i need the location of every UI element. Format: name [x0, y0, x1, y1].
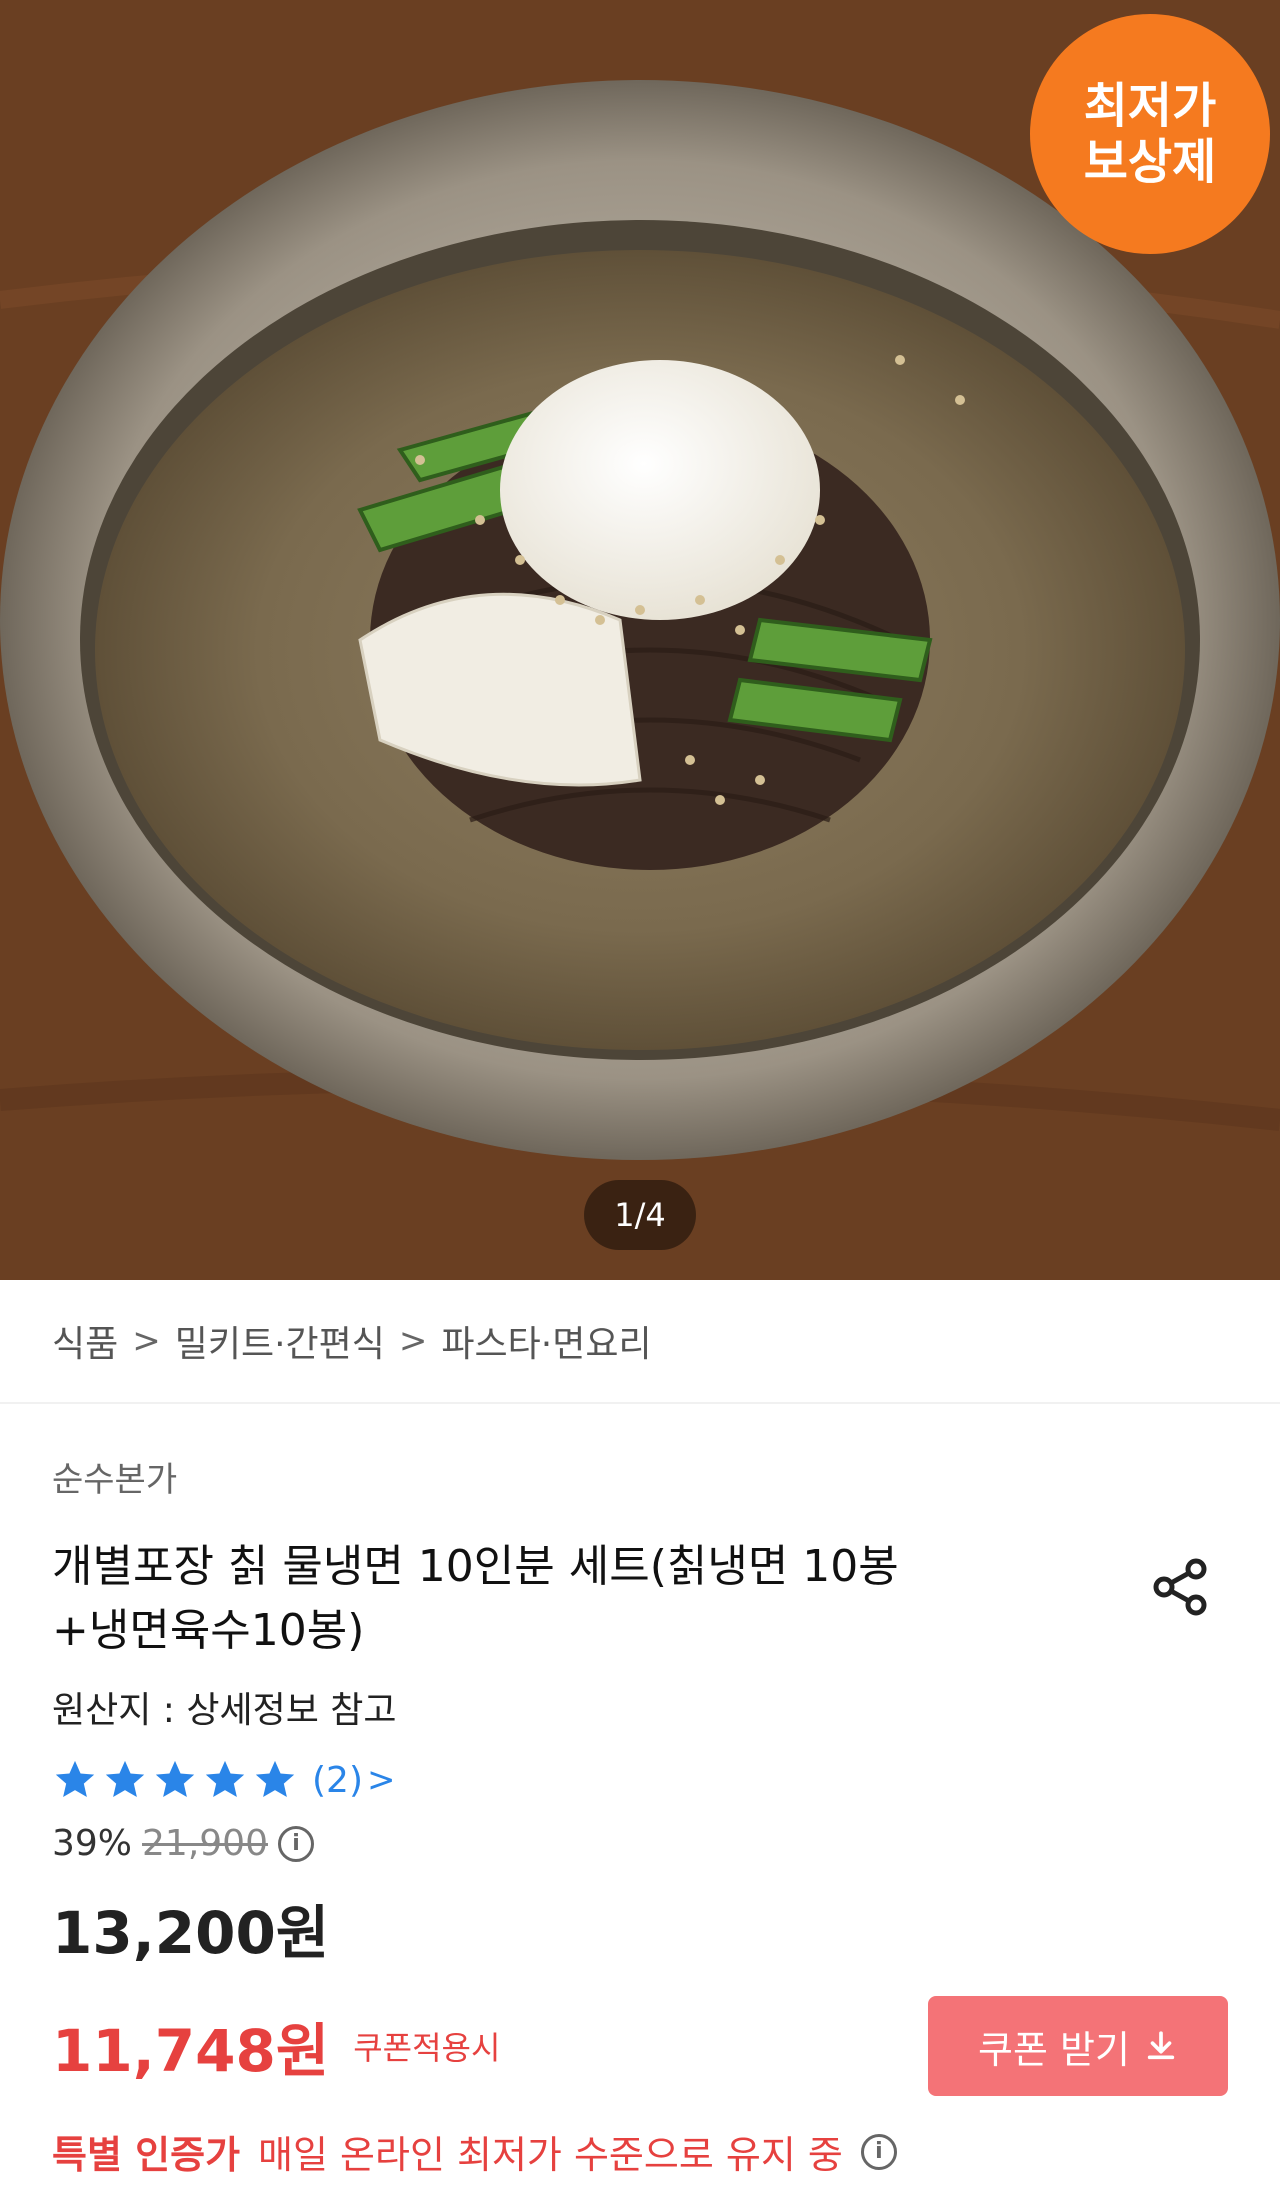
star-icon	[105, 1760, 145, 1798]
special-price-text: 매일 온라인 최저가 수준으로 유지 중	[258, 2133, 843, 2177]
breadcrumb-item-mealkit[interactable]: 밀키트·간편식	[175, 1315, 385, 1367]
coupon-row: 11,748원 쿠폰적용시 쿠폰 받기	[52, 1996, 1228, 2096]
original-price: 21,900	[142, 1823, 268, 1864]
breadcrumb-item-food[interactable]: 식품	[52, 1315, 118, 1367]
title-row: 개별포장 칡 물냉면 10인분 세트(칡냉면 10봉+냉면육수10봉)	[52, 1535, 1228, 1663]
product-image[interactable]: 최저가 보상제 1/4	[0, 0, 1280, 1280]
brand-name[interactable]: 순수본가	[52, 1452, 1228, 1501]
origin-info: 원산지 : 상세정보 참고	[52, 1690, 397, 1731]
special-price-label: 특별 인증가	[52, 2133, 241, 2177]
coupon-price: 11,748원	[52, 2017, 330, 2085]
chevron-right-icon: >	[398, 1321, 428, 1361]
review-count[interactable]: (2)	[312, 1760, 363, 1801]
product-title: 개별포장 칡 물냉면 10인분 세트(칡냉면 10봉+냉면육수10봉)	[52, 1541, 899, 1656]
lowest-price-badge: 최저가 보상제	[1030, 14, 1270, 254]
star-icon	[255, 1760, 295, 1798]
get-coupon-button[interactable]: 쿠폰 받기	[928, 1996, 1228, 2096]
special-price-row: 특별 인증가 매일 온라인 최저가 수준으로 유지 중 i	[52, 2124, 1228, 2179]
product-info: 순수본가 개별포장 칡 물냉면 10인분 세트(칡냉면 10봉+냉면육수10봉)…	[0, 1404, 1280, 2179]
discount-rate: 39%	[52, 1823, 133, 1864]
star-icon	[55, 1760, 95, 1798]
discount-row: 39% 21,900 i	[52, 1823, 1228, 1864]
image-pager: 1/4	[584, 1180, 696, 1250]
star-icon	[155, 1760, 195, 1798]
coupon-button-label: 쿠폰 받기	[978, 2027, 1130, 2072]
rating[interactable]: (2) >	[52, 1757, 1228, 1803]
chevron-right-icon: >	[132, 1321, 161, 1361]
sale-price: 13,200원	[52, 1899, 330, 1967]
share-icon[interactable]	[1150, 1555, 1214, 1619]
coupon-note: 쿠폰적용시	[353, 2029, 501, 2067]
chevron-right-icon[interactable]: >	[367, 1760, 396, 1800]
download-icon	[1147, 2031, 1175, 2060]
breadcrumb: 식품 > 밀키트·간편식 > 파스타·면요리	[0, 1280, 1280, 1404]
breadcrumb-item-pasta-noodles[interactable]: 파스타·면요리	[441, 1315, 651, 1367]
info-icon[interactable]: i	[277, 1825, 314, 1862]
info-icon[interactable]: i	[860, 2133, 897, 2170]
star-icon	[205, 1760, 245, 1798]
